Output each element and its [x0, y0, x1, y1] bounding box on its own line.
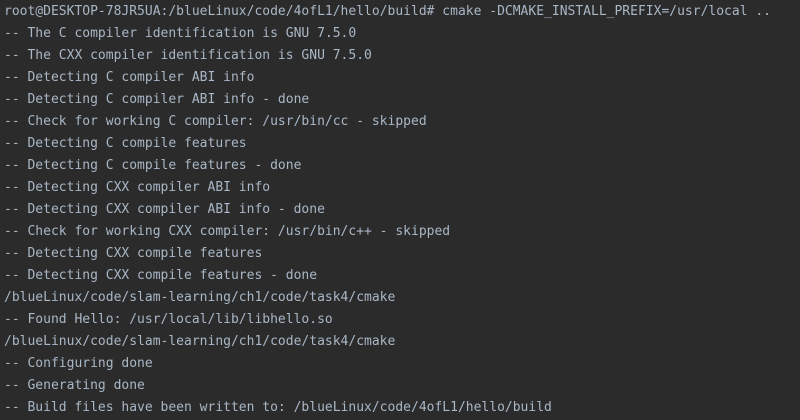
- output-line: -- Detecting C compiler ABI info - done: [4, 92, 310, 107]
- terminal-output[interactable]: root@DESKTOP-78JR5UA:/blueLinux/code/4of…: [0, 0, 800, 420]
- command-prompt-line: root@DESKTOP-78JR5UA:/blueLinux/code/4of…: [4, 4, 772, 19]
- output-line: -- Build files have been written to: /bl…: [4, 400, 552, 415]
- output-line: /blueLinux/code/slam-learning/ch1/code/t…: [4, 334, 396, 349]
- output-line: /blueLinux/code/slam-learning/ch1/code/t…: [4, 290, 396, 305]
- output-line: -- Generating done: [4, 378, 145, 393]
- output-line: -- Detecting CXX compiler ABI info: [4, 180, 271, 195]
- output-line: -- Detecting CXX compile features: [4, 246, 263, 261]
- output-line: -- Detecting CXX compiler ABI info - don…: [4, 202, 325, 217]
- output-line: -- Check for working C compiler: /usr/bi…: [4, 114, 427, 129]
- output-line: -- Detecting C compile features - done: [4, 158, 302, 173]
- output-line: -- Detecting CXX compile features - done: [4, 268, 318, 283]
- output-line: -- Detecting C compile features: [4, 136, 247, 151]
- output-line: -- The CXX compiler identification is GN…: [4, 48, 372, 63]
- output-line: -- Found Hello: /usr/local/lib/libhello.…: [4, 312, 333, 327]
- output-line: -- Check for working CXX compiler: /usr/…: [4, 224, 451, 239]
- output-line: -- Detecting C compiler ABI info: [4, 70, 255, 85]
- output-line: -- Configuring done: [4, 356, 153, 371]
- output-line: -- The C compiler identification is GNU …: [4, 26, 357, 41]
